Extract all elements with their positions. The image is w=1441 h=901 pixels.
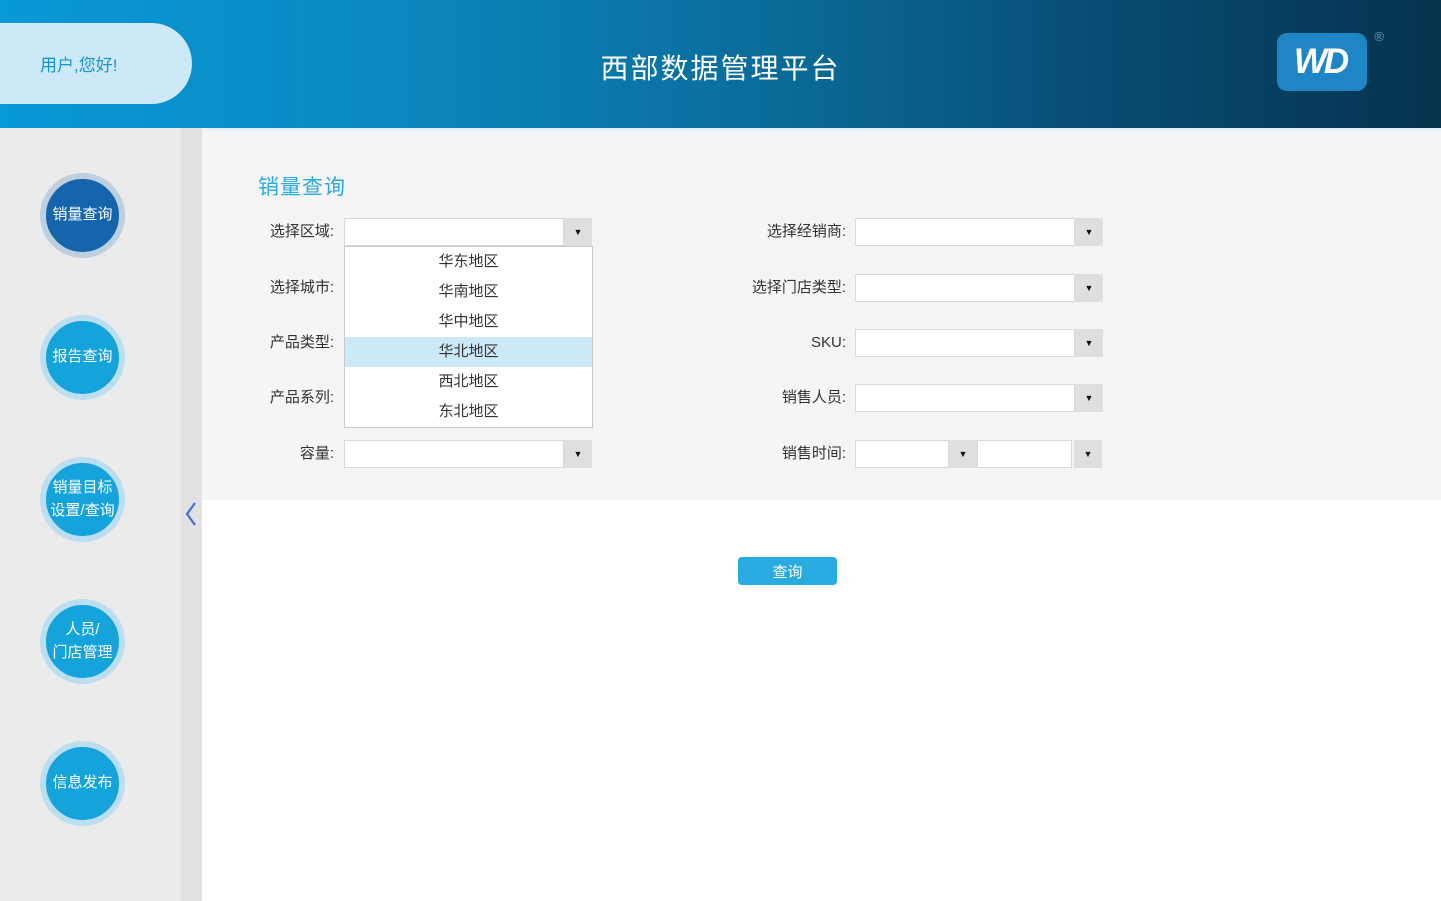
sidebar-collapse-handle[interactable] [181,128,202,901]
wd-logo: WD [1277,33,1367,91]
sidebar-item-label: 报告查询 [52,348,113,366]
field-label-sales-time: 销售时间: [781,445,846,462]
region-select: ▼ [344,218,592,246]
dealer-dropdown-button[interactable]: ▼ [1075,218,1103,246]
field-label-sku: SKU: [810,334,846,351]
sidebar-item-staff-store-mgmt[interactable]: 人员/ 门店管理 [40,599,125,684]
sidebar-item-label: 信息发布 [52,774,113,792]
dealer-select: ▼ [855,218,1103,246]
section-title: 销量查询 [258,176,346,199]
sidebar-item-label: 销量目标 设置/查询 [50,479,115,519]
chevron-down-icon: ▼ [1084,283,1094,293]
chevron-left-icon [185,502,196,526]
wd-logo-text: WD [1293,42,1349,81]
store-type-input[interactable] [855,274,1075,302]
sku-select: ▼ [855,329,1103,357]
sidebar-item-label: 销量查询 [52,206,113,224]
sales-time-to-dropdown-button[interactable]: ▼ [1074,440,1102,468]
field-label-product-type: 产品类型: [269,334,334,351]
chevron-down-icon: ▼ [1084,393,1094,403]
page-title: 西部数据管理平台 [600,53,841,84]
dropdown-option-north[interactable]: 华北地区 [345,337,592,367]
sales-time-from-input[interactable] [855,440,949,468]
dropdown-option-northeast[interactable]: 东北地区 [345,397,592,427]
region-dropdown-button[interactable]: ▼ [564,218,592,246]
query-form-section: 销量查询 选择区域: 选择城市: 产品类型: 产品系列: 容量: ▼ ▼ ▼ [202,128,1441,500]
capacity-input[interactable] [344,440,564,468]
field-label-city: 选择城市: [269,279,334,296]
store-type-dropdown-button[interactable]: ▼ [1075,274,1103,302]
sku-dropdown-button[interactable]: ▼ [1075,329,1103,357]
sales-time-to-input[interactable] [977,440,1072,468]
sales-time-range-select: ▼ ▼ [855,440,1102,468]
field-label-store-type: 选择门店类型: [751,279,846,296]
sales-person-select: ▼ [855,384,1103,412]
app-header: 用户,您好! 西部数据管理平台 WD ® [0,0,1441,128]
dropdown-option-east[interactable]: 华东地区 [345,247,592,277]
chevron-down-icon: ▼ [573,449,583,459]
main-content: 销量查询 选择区域: 选择城市: 产品类型: 产品系列: 容量: ▼ ▼ ▼ [202,128,1441,901]
sidebar-item-sales-query[interactable]: 销量查询 [40,173,125,258]
chevron-down-icon: ▼ [1083,449,1093,459]
field-label-dealer: 选择经销商: [766,223,846,240]
chevron-down-icon: ▼ [958,449,968,459]
sidebar-item-label: 人员/ 门店管理 [52,621,113,661]
region-input[interactable] [344,218,564,246]
capacity-select: ▼ [344,440,592,468]
registered-trademark-icon: ® [1374,29,1384,44]
sidebar-item-report-query[interactable]: 报告查询 [40,315,125,400]
field-label-region: 选择区域: [269,223,334,240]
dropdown-option-northwest[interactable]: 西北地区 [345,367,592,397]
store-type-select: ▼ [855,274,1103,302]
sidebar-item-info-publish[interactable]: 信息发布 [40,741,125,826]
capacity-dropdown-button[interactable]: ▼ [564,440,592,468]
chevron-down-icon: ▼ [1084,227,1094,237]
sales-person-input[interactable] [855,384,1075,412]
chevron-down-icon: ▼ [573,227,583,237]
dropdown-option-central[interactable]: 华中地区 [345,307,592,337]
region-dropdown-list: 华东地区 华南地区 华中地区 华北地区 西北地区 东北地区 [344,246,593,428]
sales-person-dropdown-button[interactable]: ▼ [1075,384,1103,412]
page: 用户,您好! 西部数据管理平台 WD ® 销量查询 报告查询 销量目标 设置/查… [0,0,1441,901]
sidebar-item-sales-target[interactable]: 销量目标 设置/查询 [40,457,125,542]
field-label-sales-person: 销售人员: [781,389,846,406]
field-label-capacity: 容量: [299,445,334,462]
dealer-input[interactable] [855,218,1075,246]
query-button[interactable]: 查询 [738,557,837,585]
dropdown-option-south[interactable]: 华南地区 [345,277,592,307]
sku-input[interactable] [855,329,1075,357]
sales-time-from-dropdown-button[interactable]: ▼ [949,440,977,468]
field-label-product-series: 产品系列: [269,389,334,406]
sidebar: 销量查询 报告查询 销量目标 设置/查询 人员/ 门店管理 信息发布 [0,128,181,901]
chevron-down-icon: ▼ [1084,338,1094,348]
